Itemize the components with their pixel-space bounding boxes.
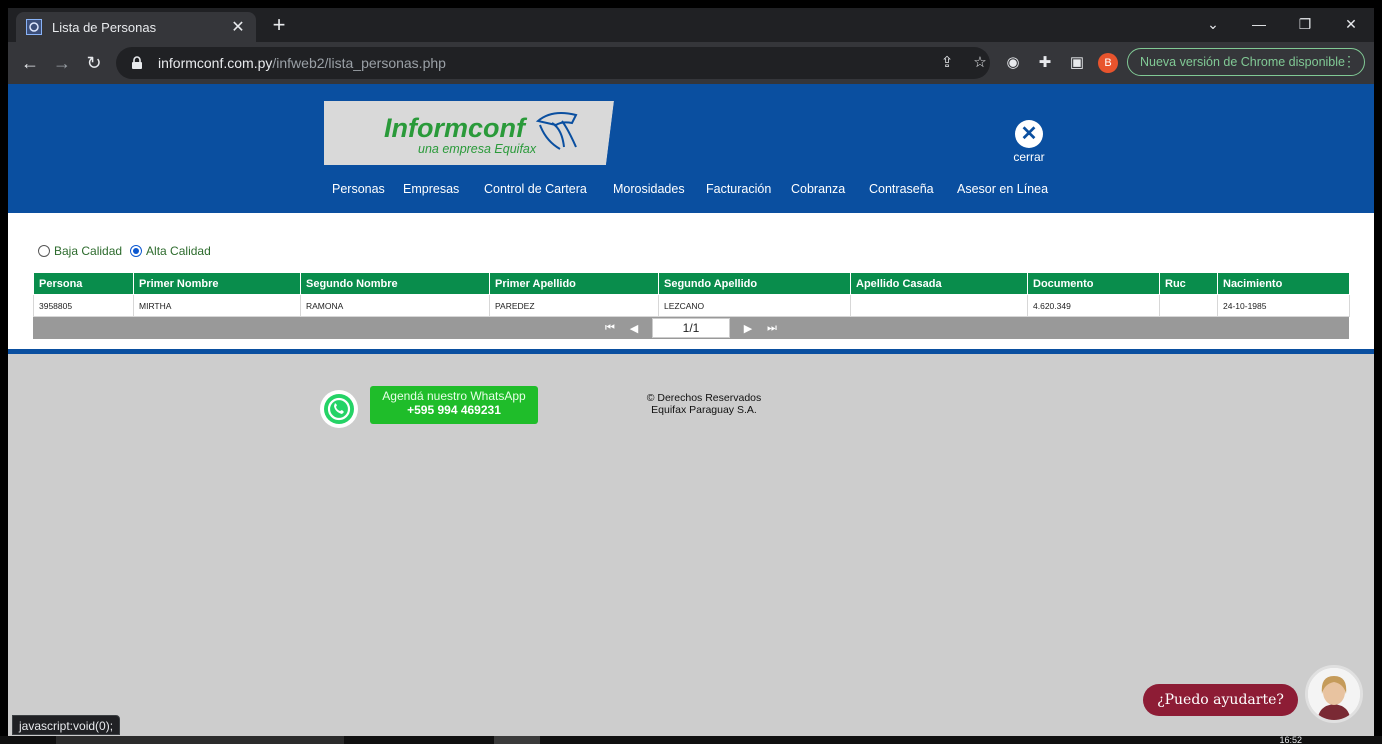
tab-title: Lista de Personas (52, 19, 157, 35)
bookmark-star-icon[interactable]: ☆ (971, 54, 989, 72)
tab-search-icon[interactable]: ⌄ (1190, 12, 1236, 36)
next-page-icon[interactable]: ▶ (736, 322, 760, 335)
spy-extension-icon[interactable]: ◉ (1004, 54, 1022, 72)
menu-dots-icon[interactable]: ⋮ (1342, 53, 1356, 70)
window-close-icon[interactable]: ✕ (1328, 12, 1374, 36)
col-ruc[interactable]: Ruc (1159, 272, 1218, 295)
address-bar[interactable]: informconf.com.py /infweb2/lista_persona… (116, 47, 990, 79)
taskbar (0, 736, 1382, 744)
col-segundo-nombre[interactable]: Segundo Nombre (300, 272, 490, 295)
close-x-icon[interactable]: ✕ (1015, 120, 1043, 148)
web-page: Informconf una empresa Equifax ✕ cerrar … (8, 84, 1374, 744)
table-pager: ⏮ ◀ 1/1 ▶ ⏭ (33, 317, 1349, 339)
cell-segundo-apellido[interactable]: LEZCANO (658, 294, 851, 317)
site-footer: Agendá nuestro WhatsApp +595 994 469231 … (8, 354, 1374, 744)
copyright-line2: Equifax Paraguay S.A. (651, 404, 757, 416)
url-path: /infweb2/lista_personas.php (272, 55, 446, 71)
help-chat-button[interactable]: ¿Puedo ayudarte? (1143, 684, 1298, 716)
first-page-icon[interactable]: ⏮ (598, 322, 622, 335)
browser-window: Lista de Personas ✕ + ⌄ — ❐ ✕ ← → ↻ info… (8, 8, 1374, 744)
nav-cobranza[interactable]: Cobranza (791, 182, 845, 196)
radio-baja-calidad[interactable] (38, 245, 50, 257)
whatsapp-badge[interactable]: Agendá nuestro WhatsApp +595 994 469231 (370, 386, 538, 424)
page-indicator[interactable]: 1/1 (652, 318, 730, 338)
whatsapp-banner[interactable]: Agendá nuestro WhatsApp +595 994 469231 (320, 386, 542, 432)
status-bar: javascript:void(0); (12, 715, 121, 735)
assistant-avatar[interactable] (1305, 665, 1363, 723)
url-host: informconf.com.py (158, 55, 273, 71)
table-row[interactable]: 3958805 MIRTHA RAMONA PAREDEZ LEZCANO 4.… (33, 294, 1350, 317)
cell-nacimiento[interactable]: 24-10-1985 (1217, 294, 1350, 317)
tab-strip: Lista de Personas ✕ + ⌄ — ❐ ✕ (8, 8, 1374, 42)
reload-icon[interactable]: ↻ (82, 51, 106, 75)
close-session-button[interactable]: ✕ cerrar (1012, 120, 1046, 164)
back-icon[interactable]: ← (18, 51, 42, 75)
taskbar-app[interactable] (56, 736, 344, 744)
cell-primer-nombre[interactable]: MIRTHA (133, 294, 301, 317)
browser-toolbar: ← → ↻ informconf.com.py /infweb2/lista_p… (8, 42, 1374, 84)
whatsapp-line1: Agendá nuestro WhatsApp (382, 389, 526, 403)
col-nacimiento[interactable]: Nacimiento (1217, 272, 1350, 295)
minimize-icon[interactable]: — (1236, 12, 1282, 36)
col-persona[interactable]: Persona (33, 272, 134, 295)
logo-name: Informconf (384, 113, 528, 143)
whatsapp-phone: +595 994 469231 (407, 403, 501, 417)
nav-morosidades[interactable]: Morosidades (613, 182, 685, 196)
extensions-puzzle-icon[interactable]: ✚ (1036, 54, 1054, 72)
col-documento[interactable]: Documento (1027, 272, 1160, 295)
col-apellido-casada[interactable]: Apellido Casada (850, 272, 1028, 295)
col-segundo-apellido[interactable]: Segundo Apellido (658, 272, 851, 295)
whatsapp-icon[interactable] (320, 390, 358, 428)
logo-tagline: una empresa Equifax (418, 142, 537, 156)
cell-persona[interactable]: 3958805 (33, 294, 134, 317)
nav-asesor-linea[interactable]: Asesor en Línea (957, 182, 1048, 196)
forward-icon[interactable]: → (50, 51, 74, 75)
main-content: Baja Calidad Alta Calidad Persona Primer… (8, 213, 1374, 349)
taskbar-clock: 16:52 (1279, 736, 1302, 744)
radio-alta-label[interactable]: Alta Calidad (146, 244, 211, 258)
nav-control-cartera[interactable]: Control de Cartera (484, 182, 587, 196)
nav-facturacion[interactable]: Facturación (706, 182, 771, 196)
nav-empresas[interactable]: Empresas (403, 182, 459, 196)
lock-icon (132, 56, 142, 69)
cell-ruc[interactable] (1159, 294, 1218, 317)
site-favicon-icon (26, 19, 42, 35)
tab-close-icon[interactable]: ✕ (230, 17, 246, 37)
col-primer-nombre[interactable]: Primer Nombre (133, 272, 301, 295)
restore-icon[interactable]: ❐ (1282, 12, 1328, 36)
personas-table: Persona Primer Nombre Segundo Nombre Pri… (33, 272, 1350, 317)
last-page-icon[interactable]: ⏭ (760, 322, 784, 335)
col-primer-apellido[interactable]: Primer Apellido (489, 272, 659, 295)
prev-page-icon[interactable]: ◀ (622, 322, 646, 335)
chrome-update-button[interactable]: Nueva versión de Chrome disponible ⋮ (1127, 48, 1365, 76)
quality-filter: Baja Calidad Alta Calidad (38, 244, 219, 258)
new-tab-icon[interactable]: + (268, 14, 290, 36)
cell-documento[interactable]: 4.620.349 (1027, 294, 1160, 317)
cell-segundo-nombre[interactable]: RAMONA (300, 294, 490, 317)
cell-apellido-casada[interactable] (850, 294, 1028, 317)
nav-personas[interactable]: Personas (332, 182, 385, 196)
informconf-logo[interactable]: Informconf una empresa Equifax (324, 101, 614, 165)
table-header-row: Persona Primer Nombre Segundo Nombre Pri… (33, 272, 1350, 295)
cell-primer-apellido[interactable]: PAREDEZ (489, 294, 659, 317)
site-header: Informconf una empresa Equifax ✕ cerrar … (8, 84, 1374, 213)
share-icon[interactable]: ⇪ (938, 54, 956, 72)
copyright: © Derechos Reservados Equifax Paraguay S… (628, 392, 780, 416)
radio-baja-label[interactable]: Baja Calidad (54, 244, 122, 258)
profile-avatar[interactable]: B (1098, 53, 1118, 73)
side-panel-icon[interactable]: ▣ (1068, 54, 1086, 72)
close-label: cerrar (1013, 150, 1045, 164)
copyright-line1: © Derechos Reservados (646, 392, 762, 404)
update-label: Nueva versión de Chrome disponible (1140, 55, 1345, 69)
tab-lista-personas[interactable]: Lista de Personas ✕ (16, 12, 256, 42)
taskbar-app-active[interactable] (494, 736, 540, 744)
radio-alta-calidad[interactable] (130, 245, 143, 257)
nav-contrasena[interactable]: Contraseña (869, 182, 934, 196)
